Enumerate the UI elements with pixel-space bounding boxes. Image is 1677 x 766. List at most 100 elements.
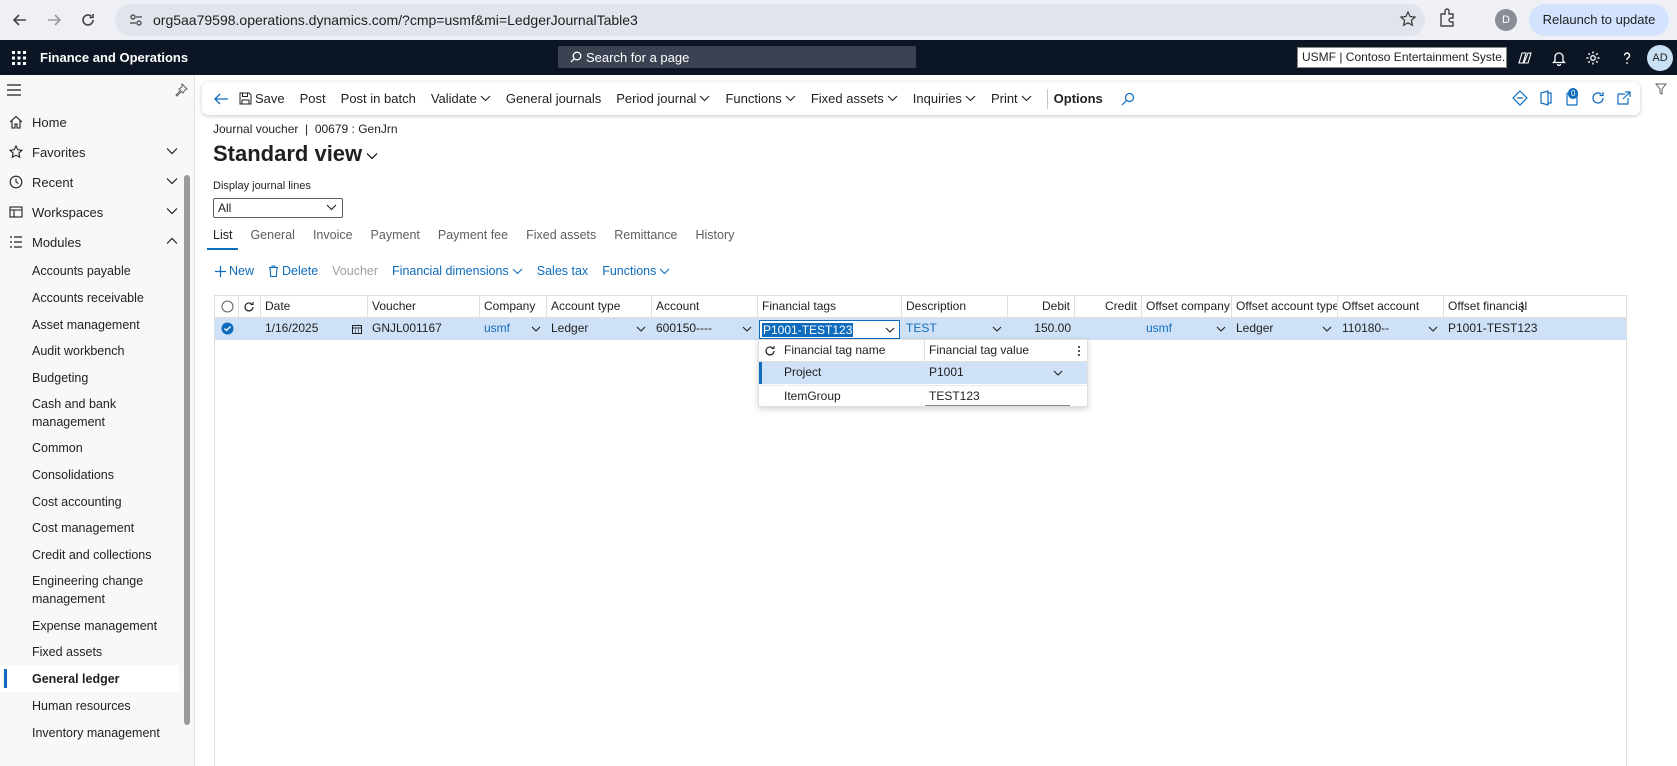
more-icon[interactable] <box>1077 345 1081 357</box>
module-item[interactable]: Inventory management <box>0 719 194 746</box>
module-item[interactable]: Cost accounting <box>0 488 194 515</box>
module-item[interactable]: Human resources <box>0 692 194 719</box>
general-journals-button[interactable]: General journals <box>506 91 601 106</box>
bell-icon[interactable] <box>1549 48 1569 68</box>
financial-dimensions-menu[interactable]: Financial dimensions <box>392 264 523 278</box>
grid-functions-menu[interactable]: Functions <box>602 264 670 278</box>
nav-workspaces[interactable]: Workspaces <box>0 197 194 227</box>
help-icon[interactable] <box>1617 48 1637 68</box>
print-menu[interactable]: Print <box>991 91 1032 106</box>
module-item[interactable]: Asset management <box>0 311 194 338</box>
refresh-icon[interactable] <box>1590 90 1606 106</box>
select-all-checkbox[interactable] <box>215 296 239 318</box>
module-item[interactable]: Engineering change management <box>0 568 194 612</box>
col-offset-account-type[interactable]: Offset account type <box>1232 296 1338 318</box>
table-row[interactable]: 1/16/2025 GNJL001167 usmf Ledger 600150-… <box>215 318 1626 340</box>
refresh-icon[interactable] <box>764 345 776 357</box>
col-credit[interactable]: Credit <box>1075 296 1142 318</box>
cell-date[interactable]: 1/16/2025 <box>261 318 368 340</box>
col-financial-tags[interactable]: Financial tags <box>758 296 902 318</box>
attachments-icon[interactable]: 0 <box>1564 88 1580 106</box>
functions-menu[interactable]: Functions <box>725 91 796 106</box>
col-voucher[interactable]: Voucher <box>368 296 480 318</box>
cell-description[interactable]: TEST <box>902 318 1008 340</box>
forward-icon[interactable] <box>37 3 71 37</box>
page-search[interactable]: Search for a page <box>558 46 916 68</box>
office-icon[interactable] <box>1538 90 1554 106</box>
options-tab[interactable]: Options <box>1054 91 1103 106</box>
cell-offset-financial[interactable]: P1001-TEST123 <box>1444 318 1626 340</box>
page-title[interactable]: Standard view <box>213 141 378 167</box>
tag-value-select[interactable]: P1001 <box>925 362 1075 384</box>
cell-account-type[interactable]: Ledger <box>547 318 652 340</box>
site-info-icon[interactable] <box>119 12 153 28</box>
copilot-icon[interactable] <box>1515 48 1535 68</box>
post-in-batch-button[interactable]: Post in batch <box>341 91 416 106</box>
save-button[interactable]: Save <box>239 91 285 106</box>
bookmark-star-icon[interactable] <box>1399 10 1417 28</box>
module-item[interactable]: Cost management <box>0 515 194 541</box>
diamond-icon[interactable] <box>1512 90 1528 106</box>
tab-fixed-assets[interactable]: Fixed assets <box>520 228 602 250</box>
module-item[interactable]: General ledger <box>0 665 179 692</box>
module-item[interactable]: Credit and collections <box>0 541 194 568</box>
cell-account[interactable]: 600150---- <box>652 318 758 340</box>
open-new-window-icon[interactable] <box>1616 90 1632 106</box>
tab-invoice[interactable]: Invoice <box>307 228 359 250</box>
module-item[interactable]: Audit workbench <box>0 338 194 364</box>
filter-icon[interactable] <box>1655 83 1667 95</box>
module-item[interactable]: Accounts payable <box>0 257 194 285</box>
browser-profile-avatar[interactable]: D <box>1495 9 1517 31</box>
cell-credit[interactable] <box>1075 318 1142 340</box>
period-journal-menu[interactable]: Period journal <box>616 91 710 106</box>
col-account[interactable]: Account <box>652 296 758 318</box>
cell-offset-account-type[interactable]: Ledger <box>1232 318 1338 340</box>
voucher-button[interactable]: Voucher <box>332 264 378 278</box>
sidebar-scrollbar[interactable] <box>184 175 190 725</box>
financial-tags-input[interactable]: P1001-TEST123 <box>759 320 900 339</box>
gear-icon[interactable] <box>1583 48 1603 68</box>
module-item[interactable]: Expense management <box>0 612 194 639</box>
module-item[interactable]: Cash and bank management <box>0 391 194 435</box>
cell-voucher[interactable]: GNJL001167 <box>368 318 480 340</box>
tab-payment[interactable]: Payment <box>365 228 426 250</box>
app-name[interactable]: Finance and Operations <box>40 50 188 65</box>
cell-offset-account[interactable]: 110180-- <box>1338 318 1444 340</box>
tab-remittance[interactable]: Remittance <box>608 228 683 250</box>
row-selected-checkbox[interactable] <box>215 318 239 340</box>
col-offset-account[interactable]: Offset account <box>1338 296 1444 318</box>
extensions-icon[interactable] <box>1437 6 1457 32</box>
nav-modules[interactable]: Modules <box>0 227 194 257</box>
hamburger-icon[interactable] <box>6 83 22 97</box>
module-item[interactable]: Consolidations <box>0 461 194 488</box>
display-journal-lines-select[interactable]: All <box>213 198 343 218</box>
tab-payment-fee[interactable]: Payment fee <box>432 228 514 250</box>
nav-home[interactable]: Home <box>0 107 194 137</box>
inquiries-menu[interactable]: Inquiries <box>913 91 976 106</box>
module-item[interactable]: Accounts receivable <box>0 285 194 311</box>
address-bar[interactable]: org5aa79598.operations.dynamics.com/?cmp… <box>115 4 1425 36</box>
module-item[interactable]: Fixed assets <box>0 639 194 665</box>
cell-debit[interactable]: 150.00 <box>1008 318 1075 340</box>
col-offset-financial[interactable]: Offset financial <box>1444 296 1626 318</box>
reload-icon[interactable] <box>71 3 105 37</box>
module-item[interactable]: Budgeting <box>0 364 194 391</box>
tag-value-input[interactable]: TEST123 <box>925 386 1070 406</box>
tab-list[interactable]: List <box>207 228 239 250</box>
col-account-type[interactable]: Account type <box>547 296 652 318</box>
post-button[interactable]: Post <box>300 91 326 106</box>
company-picker[interactable]: USMF | Contoso Entertainment Syste... <box>1297 47 1507 68</box>
tab-history[interactable]: History <box>689 228 740 250</box>
cell-company[interactable]: usmf <box>480 318 547 340</box>
list-item[interactable]: Project P1001 <box>759 362 1087 384</box>
fixed-assets-menu[interactable]: Fixed assets <box>811 91 898 106</box>
list-item[interactable]: ItemGroup TEST123 <box>759 385 1087 407</box>
nav-recent[interactable]: Recent <box>0 167 194 197</box>
relaunch-button[interactable]: Relaunch to update <box>1529 4 1669 36</box>
col-debit[interactable]: Debit <box>1008 296 1075 318</box>
col-description[interactable]: Description <box>902 296 1008 318</box>
refresh-grid-icon[interactable] <box>239 296 261 318</box>
action-search-icon[interactable] <box>1118 92 1135 106</box>
tab-general[interactable]: General <box>244 228 300 250</box>
module-item[interactable]: Common <box>0 435 194 461</box>
